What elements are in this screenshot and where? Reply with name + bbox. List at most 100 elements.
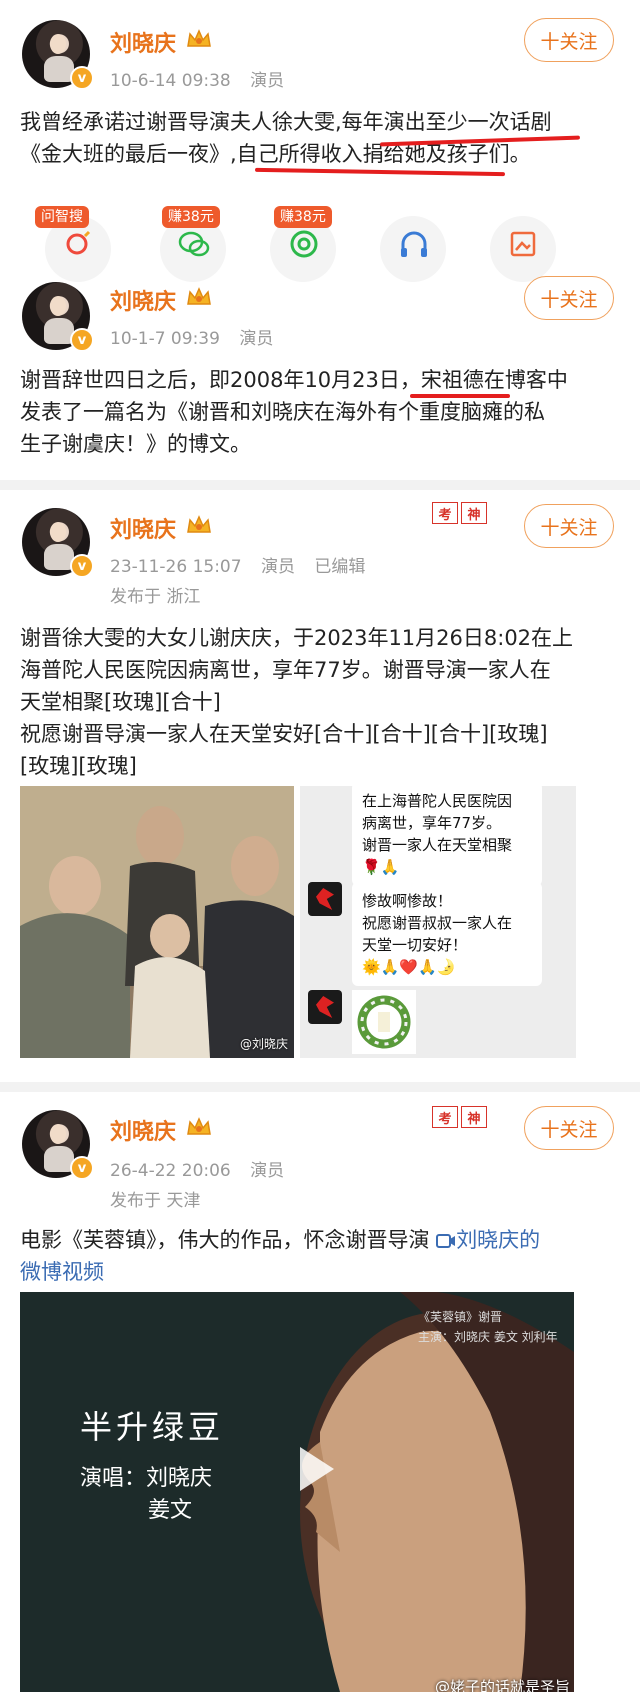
follow-label: 十关注 (540, 288, 598, 311)
crown-icon (187, 1117, 211, 1135)
post-role: 演员 (260, 557, 295, 577)
save-image-icon (510, 231, 536, 257)
post-meta: 10-6-14 09:38 演员 (110, 66, 298, 91)
play-icon[interactable] (300, 1447, 334, 1491)
follow-button[interactable]: 十关注 (524, 18, 614, 62)
video-song-title: 半升绿豆 (80, 1408, 225, 1446)
post-meta: 26-4-22 20:06 演员 (110, 1156, 298, 1181)
crown-icon (187, 29, 211, 47)
username[interactable]: 刘晓庆 (110, 26, 176, 58)
post-edited: 已编辑 (314, 557, 366, 577)
chat-line: 惨故啊惨故！ (362, 892, 453, 910)
text-line: 发表了一篇名为《谢晋和刘晓庆在海外有个重度脑瘫的私 (20, 400, 545, 424)
username[interactable]: 刘晓庆 (110, 284, 176, 316)
stamp-char: 考 (432, 502, 458, 524)
divider (0, 480, 640, 490)
text-line: 谢晋辞世四日之后，即2008年10月23日，宋祖德在博客中 (20, 368, 568, 392)
username[interactable]: 刘晓庆 (110, 512, 176, 544)
post-role: 演员 (250, 71, 285, 91)
avatar[interactable]: v (22, 282, 94, 352)
follow-label: 十关注 (540, 1118, 598, 1141)
username[interactable]: 刘晓庆 (110, 1114, 176, 1146)
avatar[interactable]: v (22, 508, 94, 578)
post-text: 谢晋辞世四日之后，即2008年10月23日，宋祖德在博客中 发表了一篇名为《谢晋… (20, 364, 590, 460)
action-tag: 赚38元 (162, 206, 220, 228)
avatar-face (50, 522, 66, 542)
red-underline (410, 394, 510, 398)
action-tag: 赚38元 (274, 206, 332, 228)
verified-badge-icon: v (70, 66, 94, 90)
verified-badge-icon: v (70, 1156, 94, 1180)
video-link-cont[interactable]: 微博视频 (20, 1260, 104, 1284)
follow-button[interactable]: 十关注 (524, 504, 614, 548)
chat-avatar (308, 882, 342, 916)
verified-badge-icon: v (70, 554, 94, 578)
video-link[interactable]: 刘晓庆的 (456, 1228, 540, 1252)
headphone-icon (401, 231, 427, 257)
search-ai-icon (66, 230, 91, 255)
post-date: 23-11-26 15:07 (110, 557, 242, 577)
wechat-icon (178, 231, 210, 257)
share-actions: 问智搜 赚38元 赚38元 (0, 206, 640, 282)
wreath-icon (352, 990, 416, 1054)
family-photo[interactable]: @刘晓庆 (20, 786, 294, 1058)
follow-label: 十关注 (540, 30, 598, 53)
chat-bubble: 在上海普陀人民医院因 病离世，享年77岁。 谢晋一家人在天堂相聚 🌹🙏 (352, 786, 542, 886)
stamp-char: 神 (461, 1106, 487, 1128)
page-watermark: @姥子的话就是圣旨 (434, 1678, 570, 1692)
avatar[interactable]: v (22, 1110, 94, 1180)
photo-watermark: @刘晓庆 (239, 1037, 288, 1051)
post-location: 发布于 浙江 (110, 587, 201, 607)
stamp-badge: 考 神 (432, 502, 488, 524)
post-role: 演员 (250, 1161, 285, 1181)
stamp-badge: 考 神 (432, 1106, 488, 1128)
action-save-image[interactable] (480, 206, 566, 282)
post-4: v 刘晓庆 26-4-22 20:06 演员 发布于 天津 考 神 十关注 电影… (0, 1092, 640, 1292)
text-prefix: 电影《芙蓉镇》，伟大的作品，怀念谢晋导演 (20, 1228, 437, 1252)
action-wechat[interactable]: 赚38元 (150, 206, 236, 282)
divider (0, 1082, 640, 1092)
verified-badge-icon: v (70, 328, 94, 352)
chat-line: 祝愿谢晋叔叔一家人在 (362, 914, 513, 932)
text-line: 我曾经承诺过谢晋导演夫人徐大雯,每年演出至少一次话剧 (20, 110, 552, 134)
post-role: 演员 (239, 329, 274, 349)
chat-line: 谢晋一家人在天堂相聚 (362, 836, 513, 854)
chat-bubble: 惨故啊惨故！ 祝愿谢晋叔叔一家人在 天堂一切安好！ 🌞🙏❤️🙏🌛 (352, 882, 542, 986)
post-2: v 刘晓庆 10-1-7 09:39 演员 十关注 谢晋辞世四日之后，即2008… (0, 262, 640, 482)
crown-icon (187, 287, 211, 305)
video-player[interactable]: 《芙蓉镇》谢晋 主演：刘晓庆 姜文 刘利年 半升绿豆 演唱：刘晓庆 姜文 (20, 1292, 574, 1692)
video-singers: 演唱：刘晓庆 (80, 1466, 213, 1491)
stamp-char: 神 (461, 502, 487, 524)
follow-button[interactable]: 十关注 (524, 276, 614, 320)
follow-label: 十关注 (540, 516, 598, 539)
text-line: 谢晋徐大雯的大女儿谢庆庆，于2023年11月26日8:02在上 (20, 626, 574, 650)
avatar-face (50, 1124, 66, 1144)
avatar[interactable]: v (22, 20, 94, 90)
post-location: 发布于 天津 (110, 1191, 201, 1211)
text-line: 天堂相聚[玫瑰][合十] (20, 690, 221, 714)
avatar-face (50, 296, 66, 316)
video-frame (20, 1292, 574, 1692)
chat-screenshot[interactable]: 在上海普陀人民医院因 病离世，享年77岁。 谢晋一家人在天堂相聚 🌹🙏 惨故啊惨… (300, 786, 576, 1058)
family-photo-image (20, 786, 294, 1058)
text-line: 《金大班的最后一夜》,自己所得收入捐给她及孩子们。 (20, 142, 531, 166)
chat-avatar (308, 990, 342, 1024)
moments-icon (290, 230, 318, 258)
avatar-face (50, 34, 66, 54)
action-moments[interactable]: 赚38元 (260, 206, 346, 282)
crown-icon (187, 515, 211, 533)
stamp-char: 考 (432, 1106, 458, 1128)
emoji-row: 🌞🙏❤️🙏🌛 (362, 958, 456, 976)
video-credit: 《芙蓉镇》谢晋 (418, 1310, 503, 1324)
text-line: 生子谢虞庆！》的博文。 (20, 432, 251, 456)
post-text: 电影《芙蓉镇》，伟大的作品，怀念谢晋导演 刘晓庆的 微博视频 (20, 1224, 580, 1288)
post-1: v 刘晓庆 10-6-14 09:38 演员 十关注 我曾经承诺过谢晋导演夫人徐… (0, 0, 640, 282)
text-line: 祝愿谢晋导演一家人在天堂安好[合十][合十][合十][玫瑰] (20, 722, 548, 746)
action-search[interactable]: 问智搜 (35, 206, 121, 282)
follow-button[interactable]: 十关注 (524, 1106, 614, 1150)
action-listen[interactable] (370, 206, 456, 282)
emoji-row: 🌹🙏 (362, 858, 400, 876)
chat-line: 天堂一切安好！ (362, 936, 468, 954)
action-tag: 问智搜 (35, 206, 89, 228)
post-date: 26-4-22 20:06 (110, 1161, 231, 1181)
